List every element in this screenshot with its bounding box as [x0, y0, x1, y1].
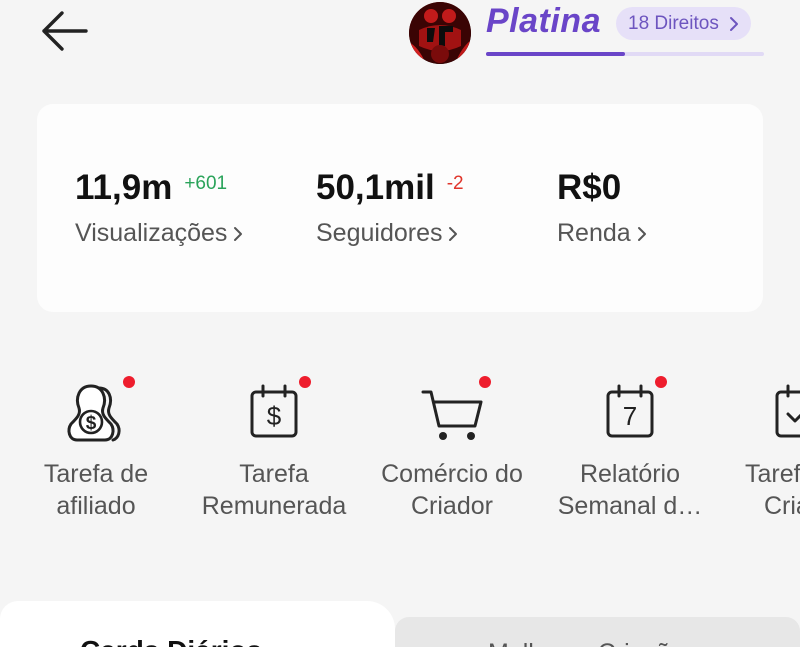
tool-label-line2: Cria [764, 492, 800, 520]
chevron-right-icon [234, 226, 243, 241]
stat-followers[interactable]: 50,1mil -2 Seguidores [316, 168, 464, 248]
tab-label: Cards Diários [80, 635, 262, 647]
back-button[interactable] [36, 6, 92, 56]
stat-delta: -2 [446, 173, 464, 194]
rights-label: 18 Direitos [628, 12, 719, 34]
tab-label: Melhores Criações [488, 639, 696, 647]
chevron-right-icon [449, 226, 458, 241]
notification-dot [479, 376, 491, 388]
arrow-left-icon [42, 11, 88, 51]
stat-label: Renda [557, 219, 631, 247]
tier-progress-bar [486, 52, 764, 56]
tab-daily-cards[interactable]: Cards Diários [0, 601, 395, 647]
rights-badge[interactable]: 18 Direitos [616, 7, 751, 40]
tool-label-line1: Tarefa [239, 460, 309, 488]
top-bar: Platina 18 Direitos [0, 0, 800, 70]
svg-text:$: $ [267, 401, 282, 431]
tool-creator-commerce[interactable]: Comércio do Criador [362, 368, 542, 522]
tier-name: Platina [486, 2, 601, 40]
chevron-right-icon [729, 16, 738, 31]
tool-label-line2: Semanal d… [557, 492, 703, 520]
stat-value: 50,1mil [316, 168, 435, 207]
stat-income[interactable]: R$0 Renda [557, 168, 647, 248]
tool-label-line2: Criador [411, 492, 493, 520]
tool-label-line1: Tarefa de [43, 460, 149, 488]
task-calendar-icon [775, 384, 800, 438]
tool-paid-task[interactable]: $ Tarefa Remunerada [184, 368, 364, 522]
tool-label-line1: Taref [745, 460, 800, 488]
stats-card: 11,9m +601 Visualizações 50,1mil -2 Segu… [37, 104, 763, 312]
paid-task-calendar-icon: $ [250, 384, 298, 438]
stat-label: Visualizações [75, 219, 228, 247]
content-tabs: Cards Diários Melhores Criações [0, 598, 800, 647]
stat-views[interactable]: 11,9m +601 Visualizações [75, 168, 243, 248]
tool-label-line2: Remunerada [201, 492, 347, 520]
avatar-image [409, 2, 471, 64]
svg-text:$: $ [86, 413, 97, 434]
tool-task-partial[interactable]: Taref Cria [718, 368, 800, 522]
tool-label-line2: afiliado [56, 492, 136, 520]
chevron-right-icon [637, 226, 646, 241]
weekly-report-calendar-icon: 7 [606, 384, 654, 438]
stat-value: 11,9m [75, 168, 173, 207]
cart-icon [421, 390, 483, 440]
calendar-day-number: 7 [623, 401, 637, 431]
notification-dot [655, 376, 667, 388]
tab-best-creations[interactable]: Melhores Criações [395, 617, 800, 647]
notification-dot [123, 376, 135, 388]
notification-dot [299, 376, 311, 388]
tool-label-line1: Comércio do [381, 460, 523, 488]
stat-delta: +601 [184, 173, 228, 194]
stat-value: R$0 [557, 168, 622, 207]
tier-progress-fill [486, 52, 625, 56]
tool-weekly-report[interactable]: 7 Relatório Semanal d… [540, 368, 720, 522]
tool-label-line1: Relatório [579, 460, 681, 488]
tools-row: $ Tarefa de afiliado $ Tarefa Remunerada [0, 368, 800, 538]
stat-label: Seguidores [316, 219, 443, 247]
tool-affiliate-task[interactable]: $ Tarefa de afiliado [6, 368, 186, 522]
avatar[interactable] [409, 2, 471, 64]
affiliate-task-icon: $ [67, 384, 121, 442]
